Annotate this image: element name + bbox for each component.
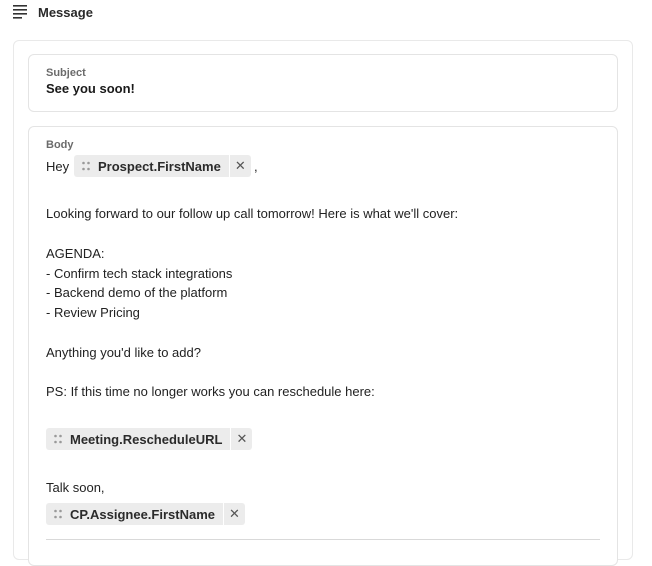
token-prospect-first-name[interactable]: Prospect.FirstName ✕ bbox=[74, 155, 251, 177]
token-label: Meeting.RescheduleURL bbox=[70, 431, 223, 447]
drag-handle-icon[interactable] bbox=[46, 428, 70, 450]
token-label: CP.Assignee.FirstName bbox=[70, 506, 215, 522]
drag-handle-icon[interactable] bbox=[74, 155, 98, 177]
greeting-prefix: Hey bbox=[46, 159, 70, 174]
close-icon[interactable]: ✕ bbox=[230, 428, 252, 450]
close-icon[interactable]: ✕ bbox=[223, 503, 245, 525]
message-header: Message bbox=[13, 3, 93, 21]
greeting-suffix: , bbox=[254, 159, 258, 174]
drag-handle-icon[interactable] bbox=[46, 503, 70, 525]
body-line-agenda-item: - Backend demo of the platform bbox=[46, 285, 228, 300]
subject-value[interactable]: See you soon! bbox=[46, 81, 135, 96]
subject-label: Subject bbox=[46, 67, 86, 79]
body-line-agenda-title: AGENDA: bbox=[46, 246, 105, 261]
page-title: Message bbox=[38, 4, 93, 20]
signature-divider bbox=[46, 539, 600, 540]
body-label: Body bbox=[46, 139, 74, 151]
token-label: Prospect.FirstName bbox=[98, 158, 221, 174]
text-align-left-icon bbox=[13, 5, 27, 19]
close-icon[interactable]: ✕ bbox=[228, 155, 251, 177]
body-line-ps: PS: If this time no longer works you can… bbox=[46, 384, 375, 399]
token-meeting-reschedule-url[interactable]: Meeting.RescheduleURL ✕ bbox=[46, 428, 253, 450]
body-line-agenda-item: - Review Pricing bbox=[46, 305, 140, 320]
body-line-question: Anything you'd like to add? bbox=[46, 345, 201, 360]
body-line-signoff: Talk soon, bbox=[46, 480, 105, 495]
subject-field[interactable]: Subject See you soon! bbox=[28, 54, 618, 112]
body-field[interactable]: Body Hey Prospect.FirstName ✕ , Looking … bbox=[28, 126, 618, 566]
body-line-intro: Looking forward to our follow up call to… bbox=[46, 206, 459, 221]
token-assignee-first-name[interactable]: CP.Assignee.FirstName ✕ bbox=[46, 503, 245, 525]
body-line-agenda-item: - Confirm tech stack integrations bbox=[46, 266, 233, 281]
